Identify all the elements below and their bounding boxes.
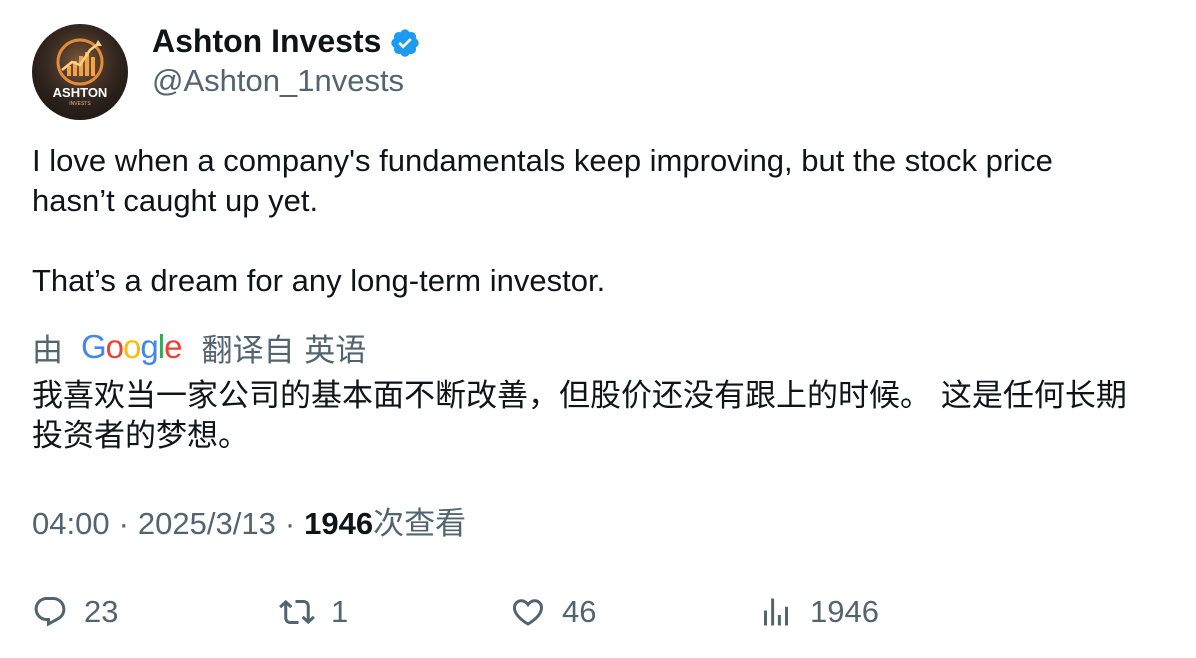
translation-attribution[interactable]: 由 Google 翻译自 英语 — [32, 326, 367, 369]
retweet-count: 1 — [331, 594, 349, 629]
reply-count: 23 — [84, 594, 119, 629]
reply-button[interactable]: 23 — [32, 590, 118, 634]
author-handle[interactable]: @Ashton_1nvests — [152, 62, 404, 100]
retweet-icon — [279, 599, 315, 625]
translation-text-line: 我喜欢当一家公司的基本面不断改善，但股价还没有跟上的时候。 这是任何长期 — [32, 378, 1127, 414]
reply-icon — [34, 597, 66, 627]
translation-text-line: 投资者的梦想。 — [32, 418, 249, 454]
tweet-time[interactable]: 04:00 — [32, 504, 110, 544]
author-display-name[interactable]: Ashton Invests — [152, 22, 381, 60]
retweet-button[interactable]: 1 — [279, 590, 348, 634]
views-button[interactable]: 1946 — [758, 590, 879, 634]
ashton-invests-logo-icon: ASHTON INVESTS — [32, 24, 128, 120]
heart-icon — [512, 599, 544, 626]
verified-badge-icon — [391, 29, 419, 57]
tweet-text-line: I love when a company's fundamentals kee… — [32, 143, 1053, 178]
analytics-bar-icon — [764, 598, 788, 626]
google-logo-icon: Google — [81, 328, 182, 365]
like-button[interactable]: 46 — [510, 590, 596, 634]
meta-separator: · — [118, 506, 129, 541]
svg-text:ASHTON: ASHTON — [53, 85, 108, 100]
tweet-text-line: hasn’t caught up yet. — [32, 183, 319, 218]
tweet-meta: 04:00 · 2025/3/13 · 1946 次查看 — [32, 504, 466, 544]
views-count: 1946 — [304, 506, 374, 541]
like-count: 46 — [562, 594, 597, 629]
tweet-date[interactable]: 2025/3/13 — [138, 504, 276, 544]
views-label: 次查看 — [373, 506, 467, 542]
views-action-count: 1946 — [810, 594, 879, 629]
translated-by-label: 由 — [32, 332, 63, 369]
tweet-text-line: That’s a dream for any long-term investo… — [32, 263, 606, 298]
translated-from-label: 翻译自 英语 — [201, 332, 367, 369]
avatar[interactable]: ASHTON INVESTS — [32, 24, 128, 120]
tweet-card: ASHTON INVESTS Ashton Invests @Ashton_1n… — [0, 0, 1196, 658]
svg-text:INVESTS: INVESTS — [69, 101, 91, 107]
meta-separator: · — [284, 506, 296, 541]
